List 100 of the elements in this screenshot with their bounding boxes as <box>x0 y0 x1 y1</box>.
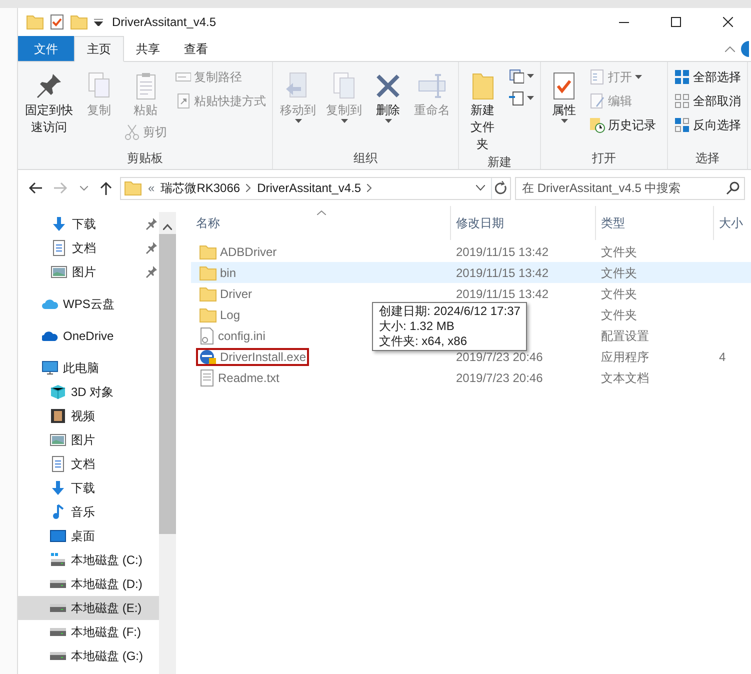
scroll-up-icon[interactable] <box>163 224 172 230</box>
chevron-icon <box>246 184 252 192</box>
drive-icon <box>50 628 66 636</box>
invert-selection-icon <box>674 117 690 133</box>
ribbon-button[interactable]: 历史记录 <box>587 114 658 136</box>
close-icon <box>723 17 733 27</box>
installer-icon <box>199 348 217 364</box>
scrollbar[interactable] <box>159 212 176 674</box>
caret-icon <box>294 119 302 123</box>
sidebar-item[interactable]: 文档 <box>18 452 159 476</box>
sidebar-item[interactable]: 下载 <box>18 476 159 500</box>
sidebar-item[interactable]: 本地磁盘 (G:) <box>18 644 159 668</box>
breadcrumb-segment[interactable]: DriverAssitant_v4.5 <box>257 179 362 197</box>
sidebar-item[interactable]: 3D 对象 <box>18 380 159 404</box>
ribbon-button[interactable]: 删除 <box>369 66 407 123</box>
pin-icon[interactable] <box>145 266 157 278</box>
group-label: 新建 <box>486 154 512 171</box>
sidebar-item[interactable]: 此电脑 <box>18 356 159 380</box>
refresh-icon[interactable] <box>495 181 507 195</box>
sidebar-item[interactable]: 桌面 <box>18 524 159 548</box>
sidebar-item[interactable]: 本地磁盘 (D:) <box>18 572 159 596</box>
table-cell-text: 2019/11/15 13:42 <box>456 264 549 282</box>
ribbon-tab[interactable]: 共享 <box>124 36 172 61</box>
table-cell-text: 文件夹 <box>601 306 637 324</box>
easy-access-icon <box>508 90 524 106</box>
ribbon-button[interactable]: 全部选择 <box>672 66 743 88</box>
caret-icon <box>340 119 348 123</box>
table-cell-text: 配置设置 <box>601 328 649 344</box>
ribbon-button[interactable]: 全部取消 <box>672 90 743 112</box>
column-header[interactable]: 修改日期 <box>451 206 596 240</box>
picture-icon <box>51 264 67 280</box>
sidebar-item[interactable]: OneDrive <box>18 324 159 348</box>
sidebar-item[interactable]: WPS云盘 <box>18 292 159 316</box>
dropdown-icon[interactable] <box>476 185 485 191</box>
breadcrumb-overflow[interactable]: « <box>148 179 155 197</box>
scissors-icon <box>124 124 140 140</box>
sidebar-item[interactable]: 图片 <box>18 428 159 452</box>
history-icon <box>589 117 605 133</box>
caret-icon <box>384 119 392 123</box>
drive-icon <box>50 580 66 588</box>
caret-icon <box>527 96 534 100</box>
folder-icon <box>199 264 217 282</box>
file-name[interactable]: Log <box>196 306 244 324</box>
sidebar-item[interactable]: 下载 <box>18 212 159 236</box>
tooltip-line: 创建日期: 2024/6/12 17:37 <box>379 304 520 319</box>
table-cell-text: 文件夹 <box>601 286 637 302</box>
select-none-icon <box>674 93 690 109</box>
sidebar-item[interactable]: 视频 <box>18 404 159 428</box>
maximize-icon <box>671 17 681 27</box>
ribbon-button[interactable]: 属性 <box>545 66 583 123</box>
sidebar-item[interactable]: 音乐 <box>18 500 159 524</box>
sidebar-item[interactable]: 本地磁盘 (F:) <box>18 620 159 644</box>
file-name[interactable]: Driver <box>196 284 255 302</box>
pin-icon[interactable] <box>145 242 157 254</box>
ribbon-tab[interactable]: 主页 <box>74 36 124 62</box>
caret-icon <box>527 74 534 78</box>
column-header[interactable]: 名称 <box>191 206 451 240</box>
file-name[interactable]: config.ini <box>196 326 268 344</box>
ribbon-button[interactable]: 新建文件夹 <box>463 66 502 153</box>
pin-icon[interactable] <box>145 218 157 230</box>
breadcrumb-segment[interactable]: 瑞芯微RK3066 <box>160 179 240 197</box>
highlighted-file-name[interactable]: DriverInstall.exe <box>196 348 310 366</box>
file-menu-tab[interactable]: 文件 <box>18 36 74 61</box>
sidebar-item[interactable]: 本地磁盘 (E:) <box>18 596 159 620</box>
tooltip-line: 大小: 1.32 MB <box>379 319 456 334</box>
document-icon <box>51 240 67 256</box>
caret-icon <box>635 75 642 79</box>
open-icon <box>589 69 605 85</box>
file-name[interactable]: bin <box>196 264 240 282</box>
table-cell-text: 2019/11/15 13:42 <box>456 244 549 260</box>
caret-icon[interactable] <box>94 18 103 26</box>
ribbon-tab[interactable]: 查看 <box>172 36 220 61</box>
chevron-icon <box>367 184 372 192</box>
film-icon <box>50 408 66 424</box>
monitor-icon <box>42 360 58 376</box>
collapse-icon[interactable] <box>725 46 735 52</box>
sidebar-item[interactable]: 图片 <box>18 260 159 284</box>
address-bar[interactable]: « 瑞芯微RK3066 DriverAssitant_v4.5 <box>120 176 511 200</box>
hovered-row[interactable]: bin 2019/11/15 13:42 文件夹 <box>191 262 751 283</box>
window-title: DriverAssitant_v4.5 <box>112 14 216 31</box>
folder-icon <box>199 306 217 324</box>
column-header[interactable]: 大小 <box>714 206 751 240</box>
scrollbar-thumb[interactable] <box>159 234 176 534</box>
sidebar-item[interactable]: 文档 <box>18 236 159 260</box>
ribbon-button[interactable]: 反向选择 <box>672 114 743 136</box>
ribbon-button[interactable]: 固定到快速访问 <box>22 66 76 136</box>
table-cell-text: 2019/7/23 20:46 <box>456 348 543 366</box>
file-name[interactable]: ADBDriver <box>196 242 280 260</box>
column-header[interactable]: 类型 <box>596 206 714 240</box>
edit-icon <box>589 93 605 109</box>
search-field[interactable]: 在 DriverAssitant_v4.5 中搜索 <box>515 176 745 200</box>
table-cell-text: 文件夹 <box>601 244 637 260</box>
sidebar-item[interactable]: 本地磁盘 (C:) <box>18 548 159 572</box>
sort-icon <box>316 210 326 215</box>
tooltip-line: 文件夹: x64, x86 <box>379 334 468 349</box>
picture-icon <box>50 432 66 448</box>
properties-icon[interactable] <box>50 14 64 30</box>
file-name[interactable]: Readme.txt <box>196 368 282 386</box>
shortcut-icon <box>175 93 191 109</box>
drive-icon <box>50 652 66 660</box>
